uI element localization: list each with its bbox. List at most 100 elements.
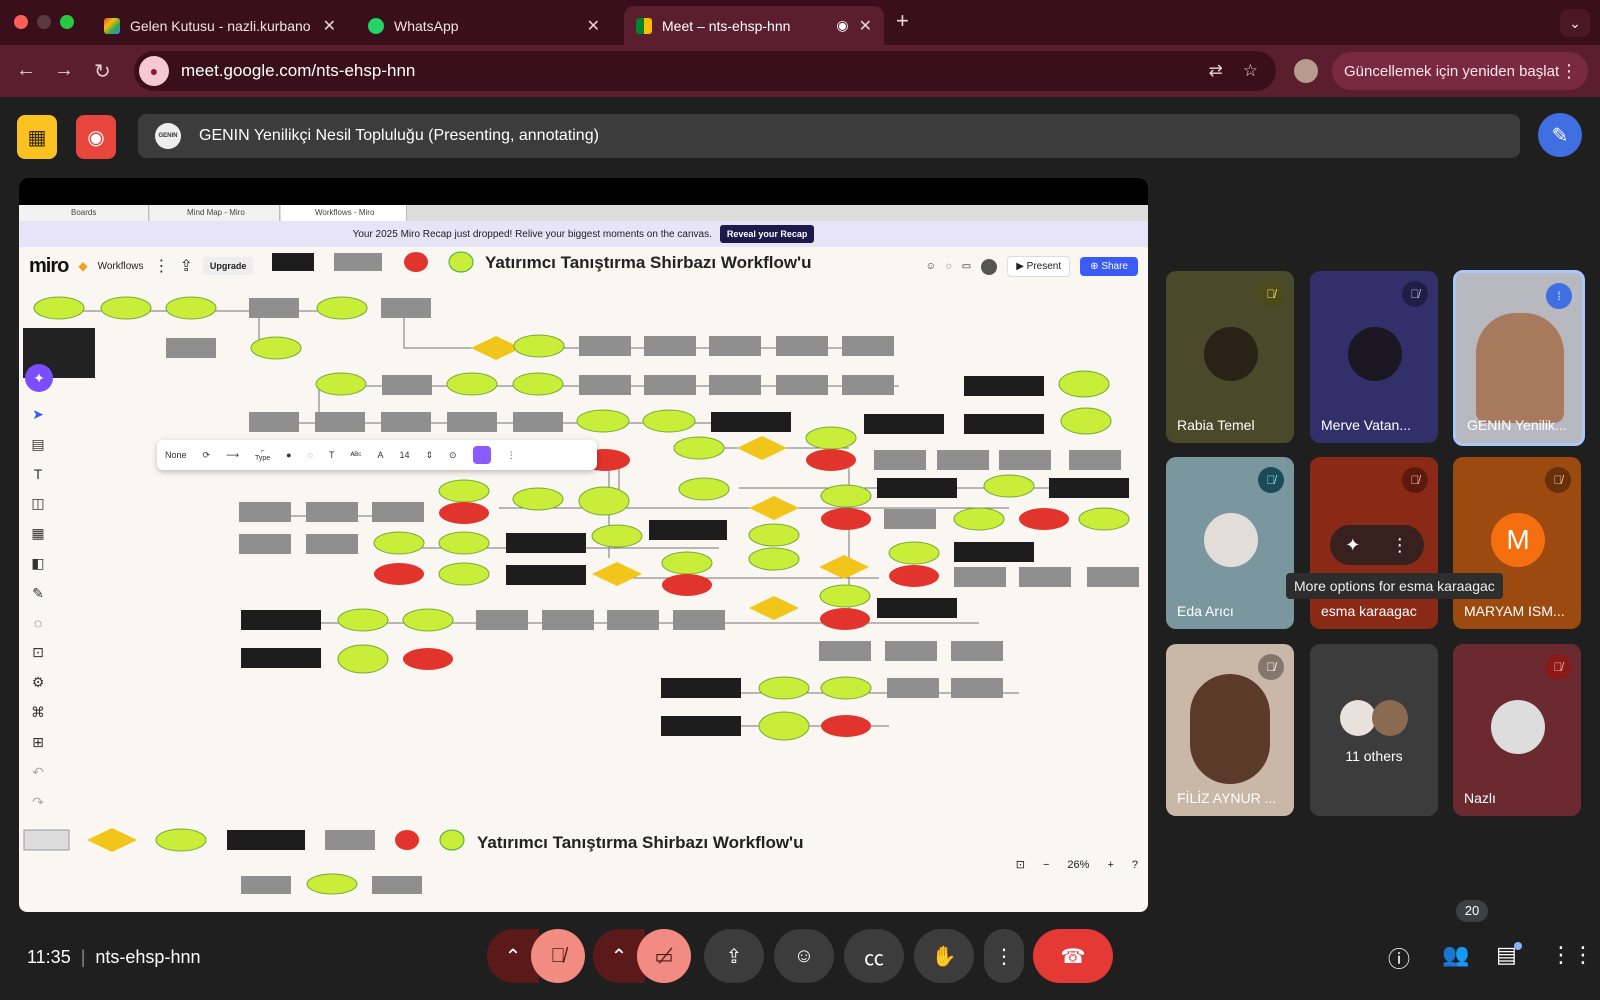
more-vert-icon[interactable]: ⋮ (1560, 61, 1578, 82)
zoom-controls: ⊡ − 26% + ? (1016, 858, 1138, 872)
back-icon[interactable]: ← (16, 59, 36, 82)
camera-off-icon: ▭̸ (654, 945, 674, 968)
window-controls (14, 15, 74, 29)
pin-icon[interactable]: ✦ (1345, 535, 1360, 556)
participant-tile-others[interactable]: 11 others (1310, 644, 1438, 816)
meet-top-bar: ▦ ◉ GENIN GENIN Yenilikçi Nesil Topluluğ… (0, 97, 1600, 177)
ctx-more-icon[interactable]: ⋮ (507, 450, 516, 461)
legend-bottom-red (395, 830, 419, 850)
forward-icon[interactable]: → (54, 59, 74, 82)
microphone-icon[interactable]: ● (139, 56, 169, 86)
mic-off-icon: 🎙̸ (1258, 281, 1284, 307)
font-size-value[interactable]: 14 (399, 450, 409, 460)
bookmark-star-icon[interactable]: ☆ (1243, 61, 1258, 81)
frame-tool-icon[interactable]: ▦ (31, 525, 44, 542)
update-button[interactable]: Güncellemek için yeniden başlat ⋮ (1332, 52, 1588, 90)
tab-search-button[interactable]: ⌄ (1560, 9, 1590, 37)
participant-tile-nazli[interactable]: 🎙̸ Nazlı (1453, 644, 1581, 816)
hand-icon: ✋ (931, 945, 957, 968)
add-tool-icon[interactable]: ⊞ (32, 734, 44, 751)
participant-tile-maryam[interactable]: 🎙̸ M MARYAM ISM... (1453, 457, 1581, 629)
captions-button[interactable]: ㏄ (844, 929, 904, 983)
font-color-icon[interactable]: A (377, 450, 383, 460)
endpoint-icon[interactable]: ◌ (308, 450, 313, 460)
avatar (1204, 513, 1258, 567)
select-tool-icon[interactable]: ➤ (32, 406, 44, 423)
legend-black-box (272, 253, 314, 271)
pen-tool-icon[interactable]: ✎ (32, 585, 44, 602)
reactions-button[interactable]: ☺ (774, 929, 834, 983)
reload-icon[interactable]: ↻ (94, 59, 111, 84)
mic-off-icon: 🎙̸ (1545, 467, 1571, 493)
recording-icon[interactable]: ◉ (76, 115, 116, 159)
mic-toggle-button[interactable]: 🎙̸ (531, 929, 585, 983)
close-window-button[interactable] (14, 15, 28, 29)
redo-icon[interactable]: ↷ (32, 794, 44, 811)
participant-video (1476, 313, 1564, 423)
more-options-button[interactable]: ⋮ (984, 929, 1024, 983)
participant-tile-filiz[interactable]: 🎙̸ FİLİZ AYNUR ... (1166, 644, 1294, 816)
crop-tool-icon[interactable]: ⊡ (32, 644, 44, 661)
whatsapp-icon (368, 17, 384, 34)
present-screen-button[interactable]: ⇪ (704, 929, 764, 983)
miro-ai-icon[interactable]: ✦ (25, 364, 53, 392)
text-format-icon[interactable]: T (329, 450, 335, 460)
lock-icon[interactable]: ⊙ (449, 450, 457, 461)
apps-tool-icon[interactable]: ⚙ (32, 674, 45, 691)
color-dot-icon[interactable]: ● (286, 450, 291, 460)
font-size-stepper-icon[interactable]: ⇕ (425, 450, 433, 461)
new-tab-button[interactable]: + (896, 8, 909, 34)
template-tool-icon[interactable]: ▤ (31, 436, 44, 453)
text-tool-icon[interactable]: T (34, 466, 43, 482)
undo-icon[interactable]: ↶ (32, 764, 44, 781)
shapes-tool-icon[interactable]: ◧ (31, 555, 44, 572)
close-tab-icon[interactable]: ✕ (859, 16, 872, 36)
help-icon[interactable]: ? (1132, 859, 1138, 871)
legend-bottom-gray (325, 830, 375, 850)
recording-indicator-icon: ◉ (836, 17, 849, 33)
line-type-icon[interactable]: ⌐ Type (255, 448, 270, 462)
close-tab-icon[interactable]: ✕ (587, 16, 600, 36)
maximize-window-button[interactable] (60, 15, 74, 29)
meeting-details-icon[interactable]: ⓘ (1388, 942, 1410, 974)
zoom-out-icon[interactable]: − (1043, 859, 1049, 871)
ai-assist-icon[interactable] (472, 446, 491, 464)
legend-bottom-label (23, 829, 70, 851)
arrow-line-icon[interactable]: ⟶ (226, 450, 239, 461)
close-tab-icon[interactable]: ✕ (323, 16, 336, 36)
no-video-indicator-icon[interactable]: ▦ (17, 115, 57, 159)
camera-toggle-button[interactable]: ▭̸ (637, 929, 691, 983)
activities-icon[interactable]: ⋮⋮ (1550, 942, 1594, 968)
zoom-level[interactable]: 26% (1067, 859, 1089, 871)
more-vert-icon: ⋮ (994, 945, 1014, 968)
leave-call-button[interactable]: ☎ (1033, 929, 1113, 983)
mic-off-icon: 🎙̸ (1402, 281, 1428, 307)
participant-tile-eda[interactable]: 🎙̸ Eda Arıcı (1166, 457, 1294, 629)
zoom-in-icon[interactable]: + (1107, 859, 1113, 871)
participant-tile-rabia[interactable]: 🎙̸ Rabia Temel (1166, 271, 1294, 443)
fit-screen-icon[interactable]: ⊡ (1016, 858, 1025, 871)
people-icon[interactable]: 👥 (1442, 942, 1469, 968)
translate-icon[interactable]: ⇄ (1209, 61, 1223, 81)
address-bar[interactable]: ● meet.google.com/nts-ehsp-hnn ⇄ ☆ (134, 51, 1276, 91)
sticky-note-tool-icon[interactable]: ◫ (31, 495, 44, 512)
browser-toolbar: ← → ↻ ● meet.google.com/nts-ehsp-hnn ⇄ ☆… (0, 45, 1600, 97)
tab-meet[interactable]: Meet – nts-ehsp-hnn ◉ ✕ (624, 6, 884, 45)
connect-tool-icon[interactable]: ⌘ (31, 704, 45, 721)
tab-whatsapp[interactable]: WhatsApp ✕ (356, 6, 612, 45)
tab-gmail[interactable]: Gelen Kutusu - nazli.kurbano ✕ (92, 6, 348, 45)
participant-tile-merve[interactable]: 🎙̸ Merve Vatan... (1310, 271, 1438, 443)
more-options-icon[interactable]: ⋮ (1391, 535, 1409, 556)
participant-tile-genin[interactable]: ⁞ GENIN Yenilik... (1453, 270, 1585, 446)
browser-tab-bar: Gelen Kutusu - nazli.kurbano ✕ WhatsApp … (0, 0, 1600, 45)
swap-icon[interactable]: ⟳ (203, 450, 211, 461)
profile-avatar[interactable] (1292, 57, 1320, 85)
flow-nodes (33, 296, 1139, 741)
minimize-window-button[interactable] (37, 15, 51, 29)
raise-hand-button[interactable]: ✋ (914, 929, 974, 983)
flowchart-canvas[interactable] (19, 178, 1148, 912)
annotate-pen-icon[interactable]: ✎ (1538, 113, 1582, 157)
spellcheck-icon[interactable]: ᴬᴮᶜ (350, 450, 361, 460)
comment-tool-icon[interactable]: ◌ (34, 615, 42, 631)
ctx-none-label[interactable]: None (165, 450, 187, 460)
